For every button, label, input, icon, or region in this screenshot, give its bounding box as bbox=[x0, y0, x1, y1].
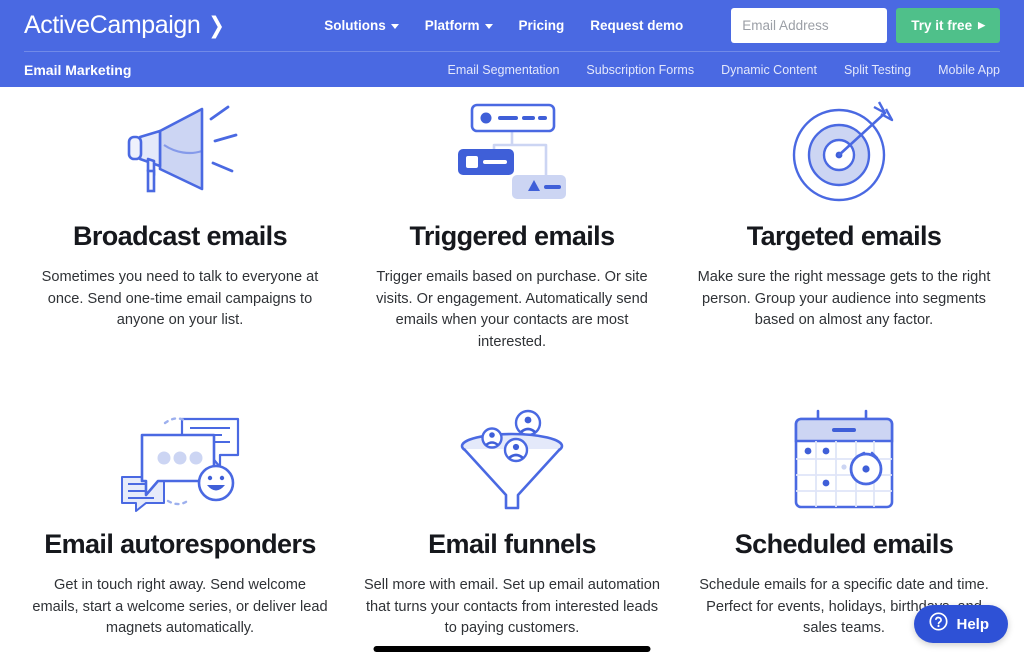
feature-title: Email funnels bbox=[428, 529, 596, 559]
nav-item-request-demo-label: Request demo bbox=[590, 18, 684, 33]
subnav-item-dynamic-content[interactable]: Dynamic Content bbox=[721, 63, 817, 77]
header-primary-bar: ActiveCampaign ❯ Solutions Platform Pric… bbox=[0, 0, 1024, 51]
feature-title: Scheduled emails bbox=[734, 529, 954, 559]
nav-item-pricing-label: Pricing bbox=[518, 18, 565, 33]
secondary-navigation: Email Segmentation Subscription Forms Dy… bbox=[448, 63, 1000, 77]
chevron-down-icon bbox=[390, 24, 399, 29]
chevron-down-icon bbox=[484, 24, 493, 29]
try-it-free-label: Try it free bbox=[911, 18, 973, 33]
feature-card-email-funnels: Email funnels Sell more with email. Set … bbox=[346, 395, 678, 640]
try-it-free-button[interactable]: Try it free ▶ bbox=[896, 8, 1000, 43]
feature-description: Make sure the right message gets to the … bbox=[697, 269, 991, 328]
home-indicator bbox=[373, 646, 651, 652]
feature-description: Trigger emails based on purchase. Or sit… bbox=[376, 269, 648, 350]
feature-description: Get in touch right away. Send welcome em… bbox=[32, 577, 328, 636]
main-navigation: Solutions Platform Pricing Request demo … bbox=[324, 8, 1000, 43]
nav-item-solutions[interactable]: Solutions bbox=[324, 18, 399, 33]
help-button[interactable]: Help bbox=[914, 605, 1008, 643]
email-input[interactable] bbox=[731, 8, 888, 43]
feature-card-scheduled-emails: Scheduled emails Schedule emails for a s… bbox=[678, 395, 1010, 640]
nav-item-pricing[interactable]: Pricing bbox=[519, 18, 565, 33]
nav-item-platform-label: Platform bbox=[424, 18, 480, 33]
nav-item-platform[interactable]: Platform bbox=[425, 18, 493, 33]
calendar-clock-icon bbox=[788, 405, 900, 517]
megaphone-icon bbox=[116, 97, 244, 209]
activecampaign-logo[interactable]: ActiveCampaign ❯ bbox=[24, 11, 226, 40]
feature-title: Triggered emails bbox=[409, 221, 616, 251]
feature-title: Email autoresponders bbox=[44, 529, 316, 559]
funnel-icon bbox=[454, 405, 570, 517]
help-button-label: Help bbox=[956, 615, 989, 633]
nav-item-solutions-label: Solutions bbox=[324, 18, 386, 33]
feature-grid-row-2: Email autoresponders Get in touch right … bbox=[0, 395, 1024, 640]
arrow-right-icon: ▶ bbox=[978, 20, 985, 30]
chevron-right-icon: ❯ bbox=[208, 12, 225, 38]
feature-card-broadcast-emails: Broadcast emails Sometimes you need to t… bbox=[14, 87, 346, 353]
header-secondary-bar: Email Marketing Email Segmentation Subsc… bbox=[0, 52, 1024, 87]
feature-card-triggered-emails: Triggered emails Trigger emails based on… bbox=[346, 87, 678, 353]
chat-bubbles-icon bbox=[110, 405, 250, 517]
feature-title: Targeted emails bbox=[746, 221, 942, 251]
feature-description: Sometimes you need to talk to everyone a… bbox=[41, 269, 319, 328]
nav-item-request-demo[interactable]: Request demo bbox=[590, 18, 683, 33]
feature-title: Broadcast emails bbox=[72, 221, 288, 251]
feature-card-email-autoresponders: Email autoresponders Get in touch right … bbox=[14, 395, 346, 640]
page-root: ActiveCampaign ❯ Solutions Platform Pric… bbox=[0, 0, 1024, 661]
logo-text: ActiveCampaign bbox=[24, 11, 201, 39]
section-title: Email Marketing bbox=[24, 61, 132, 78]
subnav-item-email-segmentation[interactable]: Email Segmentation bbox=[448, 63, 560, 77]
automation-flow-icon bbox=[450, 97, 574, 209]
target-bullseye-icon bbox=[789, 97, 899, 209]
question-mark-circle-icon bbox=[929, 612, 949, 636]
signup-form: Try it free ▶ bbox=[731, 8, 1000, 43]
subnav-item-mobile-app[interactable]: Mobile App bbox=[938, 63, 1000, 77]
feature-description: Sell more with email. Set up email autom… bbox=[363, 577, 661, 636]
subnav-item-subscription-forms[interactable]: Subscription Forms bbox=[586, 63, 694, 77]
feature-grid-row-1: Broadcast emails Sometimes you need to t… bbox=[0, 87, 1024, 353]
site-header: ActiveCampaign ❯ Solutions Platform Pric… bbox=[0, 0, 1024, 87]
subnav-item-split-testing[interactable]: Split Testing bbox=[844, 63, 911, 77]
feature-card-targeted-emails: Targeted emails Make sure the right mess… bbox=[678, 87, 1010, 353]
